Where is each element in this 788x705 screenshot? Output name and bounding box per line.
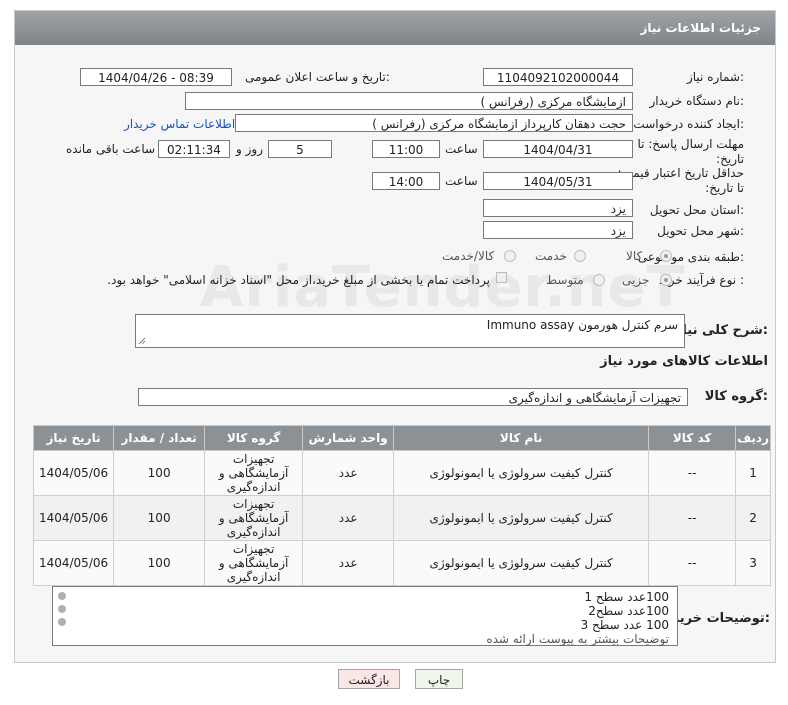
process-radio-medium[interactable]	[593, 274, 605, 286]
back-button[interactable]: بازگشت	[338, 669, 400, 689]
notes-line: 100 عدد سطح 3	[580, 618, 669, 632]
category-radio-goods-service[interactable]	[504, 250, 516, 262]
price-deadline-label: حداقل تاریخ اعتبار قیمت: تا تاریخ:	[617, 166, 744, 195]
reply-time-field[interactable]: 11:00	[372, 140, 440, 158]
need-number-field[interactable]: 1104092102000044	[483, 68, 633, 86]
cell-group: تجهیزات آزمایشگاهی و اندازه‌گیری	[204, 450, 304, 496]
province-field[interactable]: یزد	[483, 199, 633, 217]
cell-row: 2	[735, 495, 771, 541]
city-label: شهر محل تحویل:	[657, 224, 744, 238]
cell-code: --	[648, 495, 737, 541]
watermark-logo: AriaTender.neT	[200, 255, 686, 320]
resize-grip-icon[interactable]	[138, 337, 146, 345]
col-row-header: ردیف	[735, 425, 771, 451]
cell-date: 1404/05/06	[32, 540, 115, 586]
process-radio-minor[interactable]	[660, 274, 672, 286]
scroll-dot-icon[interactable]	[58, 605, 66, 613]
cell-qty: 100	[113, 540, 206, 586]
cell-name: کنترل کیفیت سرولوژی یا ایمونولوژی	[393, 540, 650, 586]
notes-line: توضیحات بیشتر به پیوست ارائه شده	[486, 632, 669, 646]
buyer-contact-link[interactable]: اطلاعات تماس خریدار	[124, 117, 235, 131]
category-radio-goods[interactable]	[660, 250, 672, 262]
cell-code: --	[648, 540, 737, 586]
process-option-minor: جزیی	[622, 273, 650, 287]
process-option-medium: متوسط	[546, 273, 584, 287]
price-time-label: ساعت	[445, 174, 478, 188]
cell-row: 3	[735, 540, 771, 586]
treasury-checkbox[interactable]	[496, 272, 507, 283]
notes-line: 100عدد سطح2	[588, 604, 669, 618]
remaining-label: ساعت باقی مانده	[66, 142, 156, 156]
reply-time-label: ساعت	[445, 142, 478, 156]
goods-section-title: اطلاعات کالاهای مورد نیاز	[600, 354, 768, 369]
page-title: جزئیات اطلاعات نیاز	[640, 21, 761, 35]
buyer-org-label: نام دستگاه خریدار:	[649, 94, 745, 108]
remaining-time-field[interactable]: 02:11:34	[158, 140, 230, 158]
buyer-notes-box[interactable]: 100عدد سطح 1 100عدد سطح2 100 عدد سطح 3 ت…	[52, 586, 678, 646]
scroll-dot-icon[interactable]	[58, 592, 66, 600]
cell-unit: عدد	[302, 540, 395, 586]
days-label: روز و	[236, 142, 263, 156]
page: جزئیات اطلاعات نیاز AriaTender.neT شماره…	[0, 0, 788, 705]
col-qty-header: تعداد / مقدار	[113, 425, 206, 451]
cell-row: 1	[735, 450, 771, 496]
table-header-row: ردیف کد کالا نام کالا واحد شمارش گروه کا…	[32, 425, 771, 451]
cell-date: 1404/05/06	[32, 450, 115, 496]
col-unit-header: واحد شمارش	[302, 425, 395, 451]
notes-line: 100عدد سطح 1	[584, 590, 669, 604]
col-code-header: کد کالا	[648, 425, 737, 451]
description-textarea[interactable]: سرم کنترل هورمون Immuno assay	[135, 314, 685, 348]
city-field[interactable]: یزد	[483, 221, 633, 239]
category-option-goods: کالا	[626, 249, 643, 263]
print-button[interactable]: چاپ	[415, 669, 463, 689]
cell-qty: 100	[113, 450, 206, 496]
reply-date-field[interactable]: 1404/04/31	[483, 140, 633, 158]
price-date-field[interactable]: 1404/05/31	[483, 172, 633, 190]
cell-code: --	[648, 450, 737, 496]
announce-label: تاریخ و ساعت اعلان عمومی:	[245, 70, 390, 84]
cell-unit: عدد	[302, 450, 395, 496]
category-option-service: خدمت	[535, 249, 567, 263]
table-row[interactable]: 3 -- کنترل کیفیت سرولوژی یا ایمونولوژی ع…	[32, 540, 771, 586]
panel-header: جزئیات اطلاعات نیاز	[15, 11, 775, 45]
cell-group: تجهیزات آزمایشگاهی و اندازه‌گیری	[204, 495, 304, 541]
cell-unit: عدد	[302, 495, 395, 541]
cell-group: تجهیزات آزمایشگاهی و اندازه‌گیری	[204, 540, 304, 586]
category-label: طبقه بندی موضوعی:	[637, 250, 744, 264]
description-text: سرم کنترل هورمون Immuno assay	[486, 318, 678, 332]
col-group-header: گروه کالا	[204, 425, 304, 451]
scroll-dot-icon[interactable]	[58, 618, 66, 626]
creator-field[interactable]: حجت دهقان کارپرداز ازمایشگاه مرکزی (رفرا…	[235, 114, 633, 132]
buyer-org-field[interactable]: ازمایشگاه مرکزی (رفرانس )	[185, 92, 633, 110]
table-row[interactable]: 2 -- کنترل کیفیت سرولوژی یا ایمونولوژی ع…	[32, 495, 771, 541]
creator-label: ایجاد کننده درخواست:	[633, 117, 744, 131]
cell-qty: 100	[113, 495, 206, 541]
cell-name: کنترل کیفیت سرولوژی یا ایمونولوژی	[393, 450, 650, 496]
price-time-field[interactable]: 14:00	[372, 172, 440, 190]
reply-deadline-label: مهلت ارسال پاسخ: تا تاریخ:	[637, 137, 744, 166]
need-number-label: شماره نیاز:	[686, 70, 744, 84]
category-radio-service[interactable]	[574, 250, 586, 262]
province-label: استان محل تحویل:	[649, 203, 744, 217]
cell-name: کنترل کیفیت سرولوژی یا ایمونولوژی	[393, 495, 650, 541]
category-option-goods-service: کالا/خدمت	[442, 249, 495, 263]
goods-group-field[interactable]: تجهیزات آزمایشگاهی و اندازه‌گیری	[138, 388, 688, 406]
col-name-header: نام کالا	[393, 425, 650, 451]
goods-group-label: گروه کالا:	[704, 389, 768, 404]
description-label: شرح کلی نیاز:	[674, 323, 768, 338]
col-date-header: تاریخ نیاز	[32, 425, 115, 451]
cell-date: 1404/05/06	[32, 495, 115, 541]
payment-note: پرداخت تمام یا بخشی از مبلغ خرید،از محل …	[107, 273, 490, 287]
announce-field[interactable]: 1404/04/26 - 08:39	[80, 68, 232, 86]
goods-table: ردیف کد کالا نام کالا واحد شمارش گروه کا…	[32, 425, 771, 586]
table-row[interactable]: 1 -- کنترل کیفیت سرولوژی یا ایمونولوژی ع…	[32, 450, 771, 496]
days-field[interactable]: 5	[268, 140, 332, 158]
